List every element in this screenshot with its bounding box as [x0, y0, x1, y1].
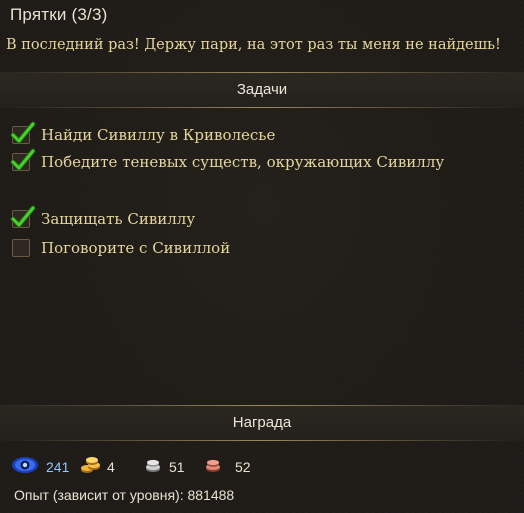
objective-item-1: Найди Сивиллу в Криволесье [10, 121, 276, 146]
reward-item-silver: 51 [143, 456, 185, 478]
objectives-header: Задачи [0, 72, 524, 108]
reward-header: Награда [0, 405, 524, 441]
checkbox-checked-icon [10, 148, 36, 171]
objectives-header-label: Задачи [236, 81, 288, 98]
experience-label: Опыт (зависит от уровня): [14, 487, 184, 503]
quest-panel: Прятки (3/3) В последний раз! Держу пари… [0, 0, 524, 513]
gold-coins-icon [80, 454, 102, 481]
objective-text: Победите теневых существ, окружающих Сив… [41, 153, 445, 171]
reward-value: 51 [169, 459, 185, 475]
copper-coins-icon [203, 454, 223, 481]
reward-value: 241 [46, 459, 70, 475]
objective-item-2: Победите теневых существ, окружающих Сив… [10, 148, 445, 173]
reward-value: 52 [235, 459, 251, 475]
blue-eye-orb-icon [10, 454, 40, 481]
checkbox-checked-icon [10, 121, 36, 144]
silver-coins-icon [143, 454, 163, 481]
reward-item-copper: 52 [203, 456, 251, 478]
objective-text: Защищать Сивиллу [41, 210, 196, 228]
reward-value: 4 [107, 459, 115, 475]
objective-item-3: Защищать Сивиллу [10, 205, 196, 230]
experience-value: 881488 [187, 487, 235, 503]
quest-title: Прятки (3/3) [10, 5, 108, 24]
checkbox-unchecked-icon [12, 239, 30, 257]
quest-description: В последний раз! Держу пари, на этот раз… [6, 37, 501, 53]
checkbox-checked-icon [10, 205, 36, 228]
reward-header-label: Награда [232, 414, 292, 431]
experience-line: Опыт (зависит от уровня): 881488 [14, 487, 234, 503]
objective-text: Поговорите с Сивиллой [41, 239, 231, 257]
objective-item-4: Поговорите с Сивиллой [12, 237, 230, 259]
reward-item-orbs: 241 [10, 456, 69, 478]
objective-text: Найди Сивиллу в Криволесье [41, 126, 276, 144]
reward-item-gold: 4 [80, 456, 115, 478]
